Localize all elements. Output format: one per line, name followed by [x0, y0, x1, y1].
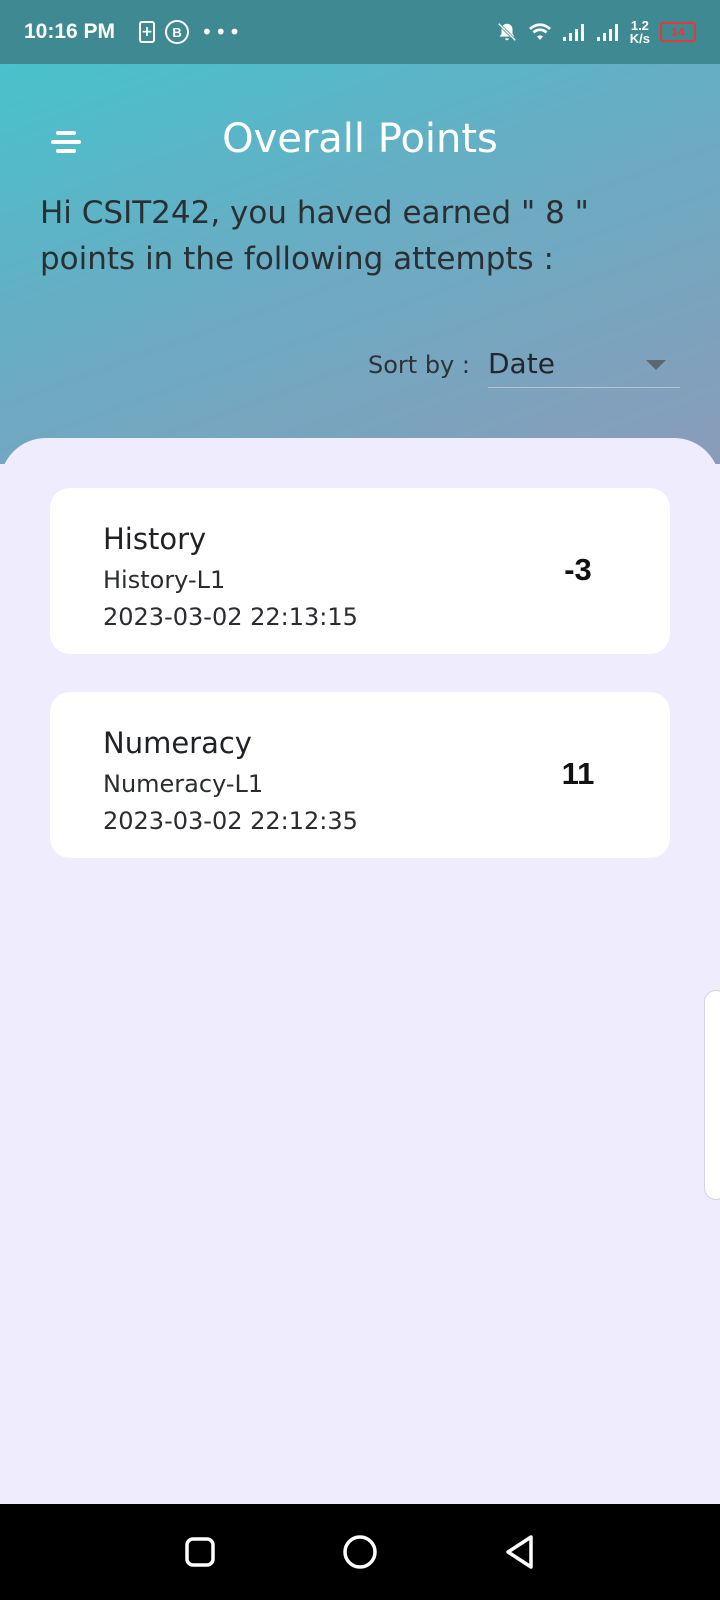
network-speed-unit: K/s — [629, 31, 650, 46]
attempt-subject: History — [103, 522, 207, 556]
side-panel-handle[interactable] — [704, 990, 720, 1200]
mute-bell-icon — [496, 21, 518, 43]
battery-level: 14 — [671, 25, 685, 39]
wifi-icon — [528, 22, 552, 42]
dropdown-arrow-icon — [646, 360, 666, 370]
attempt-points: 11 — [561, 756, 595, 791]
home-icon — [343, 1535, 377, 1569]
signal-icon-1 — [562, 22, 586, 42]
status-time: 10:16 PM — [24, 20, 116, 43]
battery-icon: 14 — [660, 22, 696, 42]
attempt-datetime: 2023-03-02 22:12:35 — [103, 807, 358, 835]
sort-dropdown[interactable]: Date — [488, 340, 680, 388]
signal-icon-2 — [596, 22, 620, 42]
attempt-level: Numeracy-L1 — [103, 770, 264, 798]
sort-label: Sort by : — [368, 351, 470, 379]
recents-icon — [185, 1537, 215, 1567]
sort-selected-value: Date — [488, 347, 555, 380]
page-title: Overall Points — [222, 116, 498, 162]
more-notifications-icon: ••• — [201, 20, 243, 44]
attempt-card[interactable]: Numeracy Numeracy-L1 2023-03-02 22:12:35… — [50, 692, 670, 858]
back-icon — [506, 1535, 533, 1569]
b-app-icon: B — [165, 20, 190, 44]
attempt-subject: Numeracy — [103, 726, 252, 760]
home-button[interactable] — [340, 1532, 380, 1572]
status-bar: 10:16 PM + B ••• 1.2 K/s 14 — [0, 0, 720, 64]
attempt-level: History-L1 — [103, 566, 226, 594]
attempt-datetime: 2023-03-02 22:13:15 — [103, 603, 358, 631]
points-summary-text: Hi CSIT242, you haved earned " 8 " point… — [40, 195, 589, 277]
network-speed: 1.2 K/s — [630, 19, 650, 45]
attempt-card[interactable]: History History-L1 2023-03-02 22:13:15 -… — [50, 488, 670, 654]
attempts-list: History History-L1 2023-03-02 22:13:15 -… — [0, 438, 720, 1504]
battery-saver-icon: + — [139, 21, 156, 43]
attempt-points: -3 — [564, 552, 592, 587]
back-button[interactable] — [500, 1532, 540, 1572]
recents-button[interactable] — [180, 1532, 220, 1572]
header: Overall Points Hi CSIT242, you haved ear… — [0, 64, 720, 464]
navigation-bar — [0, 1504, 720, 1600]
